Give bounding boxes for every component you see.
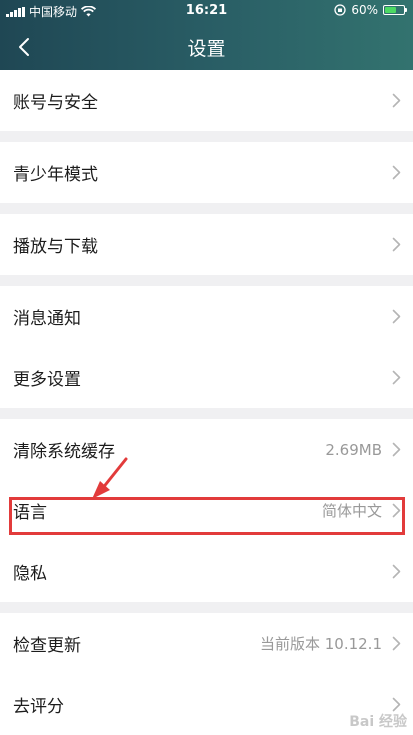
battery-icon — [383, 5, 407, 15]
settings-row-label: 去评分 — [13, 697, 64, 717]
status-bar: 中国移动 16:21 60% — [0, 0, 413, 22]
chevron-right-icon — [392, 564, 401, 579]
header: 中国移动 16:21 60% 设置 — [0, 0, 413, 70]
settings-group: 青少年模式 — [0, 142, 413, 203]
settings-row-label: 更多设置 — [13, 370, 81, 390]
page-title: 设置 — [187, 38, 226, 60]
watermark: Bai 经验 — [349, 714, 407, 730]
settings-row-label: 检查更新 — [13, 636, 81, 656]
chevron-right-icon — [392, 237, 401, 252]
group-separator — [0, 203, 413, 214]
group-separator — [0, 408, 413, 419]
group-separator — [0, 131, 413, 142]
chevron-right-icon — [392, 93, 401, 108]
settings-row-value: 当前版本 10.12.1 — [259, 635, 382, 653]
settings-row-value: 简体中文 — [321, 502, 382, 520]
chevron-right-icon — [392, 442, 401, 457]
chevron-right-icon — [392, 165, 401, 180]
navbar: 设置 — [0, 24, 413, 70]
settings-row[interactable]: 账号与安全 — [0, 70, 413, 131]
chevron-right-icon — [392, 697, 401, 712]
settings-row-label: 播放与下载 — [13, 237, 98, 257]
chevron-right-icon — [392, 697, 401, 712]
chevron-right-icon — [392, 165, 401, 180]
chevron-right-icon — [392, 309, 401, 324]
orientation-lock-icon — [334, 4, 346, 16]
chevron-right-icon — [392, 636, 401, 651]
chevron-right-icon — [392, 370, 401, 385]
settings-row-label: 隐私 — [13, 564, 47, 584]
battery-percent: 60% — [351, 3, 378, 17]
settings-list: 账号与安全青少年模式播放与下载消息通知更多设置清除系统缓存 2.69MB 语言 简体中… — [0, 70, 413, 735]
settings-row[interactable]: 检查更新 当前版本 10.12.1 — [0, 613, 413, 674]
chevron-right-icon — [392, 503, 401, 518]
settings-group: 播放与下载 — [0, 214, 413, 275]
chevron-right-icon — [392, 309, 401, 324]
chevron-right-icon — [392, 370, 401, 385]
chevron-right-icon — [392, 564, 401, 579]
settings-row-label: 账号与安全 — [13, 93, 98, 113]
settings-group: 清除系统缓存 2.69MB 语言 简体中文隐私 — [0, 419, 413, 602]
chevron-right-icon — [392, 636, 401, 651]
settings-row[interactable]: 更多设置 — [0, 347, 413, 408]
settings-row-label: 青少年模式 — [13, 165, 98, 185]
chevron-right-icon — [392, 93, 401, 108]
settings-row[interactable]: 清除系统缓存 2.69MB — [0, 419, 413, 480]
chevron-right-icon — [392, 503, 401, 518]
settings-group: 消息通知 更多设置 — [0, 286, 413, 408]
settings-row[interactable]: 隐私 — [0, 541, 413, 602]
settings-group: 账号与安全 — [0, 70, 413, 131]
settings-row[interactable]: 消息通知 — [0, 286, 413, 347]
settings-row-label: 语言 — [13, 503, 47, 523]
group-separator — [0, 275, 413, 286]
chevron-right-icon — [392, 237, 401, 252]
settings-row-label: 清除系统缓存 — [13, 442, 115, 462]
chevron-right-icon — [392, 442, 401, 457]
settings-row[interactable]: 青少年模式 — [0, 142, 413, 203]
settings-row-value: 2.69MB — [325, 440, 382, 459]
settings-row-label: 消息通知 — [13, 309, 81, 329]
group-separator — [0, 602, 413, 613]
settings-row[interactable]: 播放与下载 — [0, 214, 413, 275]
battery-fill — [385, 7, 396, 13]
settings-row[interactable]: 语言 简体中文 — [0, 480, 413, 541]
